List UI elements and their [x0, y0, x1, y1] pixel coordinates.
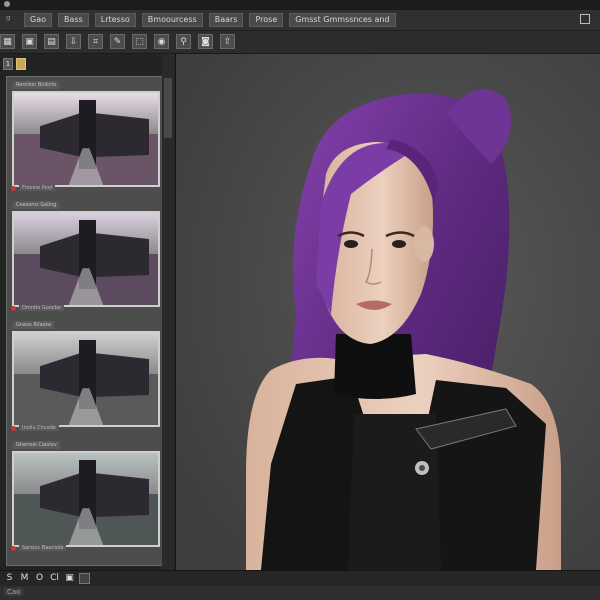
status-btn-s[interactable]: S [4, 573, 15, 584]
menu-item[interactable]: Gmsst Gmmssnces and [289, 13, 396, 27]
tool-group: ▦ ▣ ▤ ⇩ ⌗ ✎ ⬚ ◉ ⚲ ◙ ⇧ [0, 34, 235, 49]
thumbnail-image[interactable] [12, 451, 160, 547]
export-icon[interactable]: ⇧ [220, 34, 235, 49]
menu-item[interactable]: Bass [58, 13, 89, 27]
thumbnail-flag-icon[interactable] [11, 546, 16, 551]
main-canvas[interactable] [176, 54, 600, 570]
menu-item[interactable]: Prose [249, 13, 284, 27]
thumbnail-label: Rerolion Bnilicts [13, 81, 60, 89]
status-btn-cl[interactable]: Cl [49, 573, 60, 584]
crop-icon[interactable]: ⌗ [88, 34, 103, 49]
status-btn-empty[interactable] [79, 573, 90, 584]
layers-icon[interactable]: ▤ [44, 34, 59, 49]
menu-bar: ᵍ Gao Bass Lrtesso Bmoourcess Baars Prose Gmss… [0, 10, 600, 31]
thumbnail-caption: Sarsiuc Baaniole [19, 545, 67, 551]
camera-icon[interactable]: ◙ [198, 34, 213, 49]
portrait-image [176, 54, 600, 570]
eye-icon[interactable]: ◉ [154, 34, 169, 49]
thumbnail-label: Gnaos Rilaiow [13, 321, 55, 329]
menu-items: Gao Bass Lrtesso Bmoourcess Baars Prose Gmsst … [24, 13, 396, 27]
thumbnail-image[interactable] [12, 91, 160, 187]
footer: Cao [0, 586, 600, 600]
status-btn-m[interactable]: M [19, 573, 30, 584]
grid-icon[interactable]: ▦ [0, 34, 15, 49]
thumbnail-label: Ceesoms Galing [13, 201, 60, 209]
thumbnail-item[interactable]: Ghenoel Ciaoiov Sarsiuc Baaniole [11, 441, 161, 559]
grip-icon: ᵍ [6, 13, 11, 26]
thumbnail-image[interactable] [12, 331, 160, 427]
panel-tab-1[interactable]: 1 [3, 58, 13, 70]
status-bar: S M O Cl ▣ [0, 570, 600, 587]
scroll-thumb[interactable] [164, 78, 172, 138]
thumbnail-label: Ghenoel Ciaoiov [13, 441, 60, 449]
thumbnail-flag-icon[interactable] [11, 186, 16, 191]
status-buttons: S M O Cl ▣ [4, 573, 90, 584]
status-btn-o[interactable]: O [34, 573, 45, 584]
thumbnail-item[interactable]: Ceesoms Galing Dmntio Goocbe [11, 201, 161, 319]
thumbnail-strip: Rerolion Bnilicts Frooine Pool Ceesoms Gal… [6, 76, 169, 566]
title-bar [0, 0, 600, 10]
app-icon [4, 1, 10, 7]
panel-tab-folder[interactable] [16, 58, 26, 70]
thumbnail-flag-icon[interactable] [11, 306, 16, 311]
thumbnail-image[interactable] [12, 211, 160, 307]
frame-icon[interactable]: ▣ [22, 34, 37, 49]
thumbnail-caption: Frooine Pool [19, 185, 56, 191]
menu-item[interactable]: Gao [24, 13, 52, 27]
thumbnail-caption: Dmntio Goocbe [19, 305, 64, 311]
brush-icon[interactable]: ✎ [110, 34, 125, 49]
thumbnail-flag-icon[interactable] [11, 426, 16, 431]
window-restore-icon[interactable] [580, 14, 590, 24]
thumbnail-panel: 1 Rerolion Bnilicts Frooine Pool Ceesoms G… [0, 54, 176, 570]
panel-scrollbar[interactable] [162, 54, 174, 570]
panel-tabs: 1 [3, 58, 26, 70]
status-btn-frame[interactable]: ▣ [64, 573, 75, 584]
import-icon[interactable]: ⇩ [66, 34, 81, 49]
thumbnail-caption: Inoliu Chcxde [19, 425, 59, 431]
menu-item[interactable]: Baars [208, 13, 244, 27]
menu-item[interactable]: Lrtesso [94, 13, 136, 27]
thumbnail-item[interactable]: Rerolion Bnilicts Frooine Pool [11, 81, 161, 199]
select-icon[interactable]: ⬚ [132, 34, 147, 49]
menu-item[interactable]: Bmoourcess [141, 13, 203, 27]
footer-label: Cao [4, 588, 24, 596]
search-icon[interactable]: ⚲ [176, 34, 191, 49]
toolbar: ▦ ▣ ▤ ⇩ ⌗ ✎ ⬚ ◉ ⚲ ◙ ⇧ [0, 31, 600, 54]
thumbnail-item[interactable]: Gnaos Rilaiow Inoliu Chcxde [11, 321, 161, 439]
